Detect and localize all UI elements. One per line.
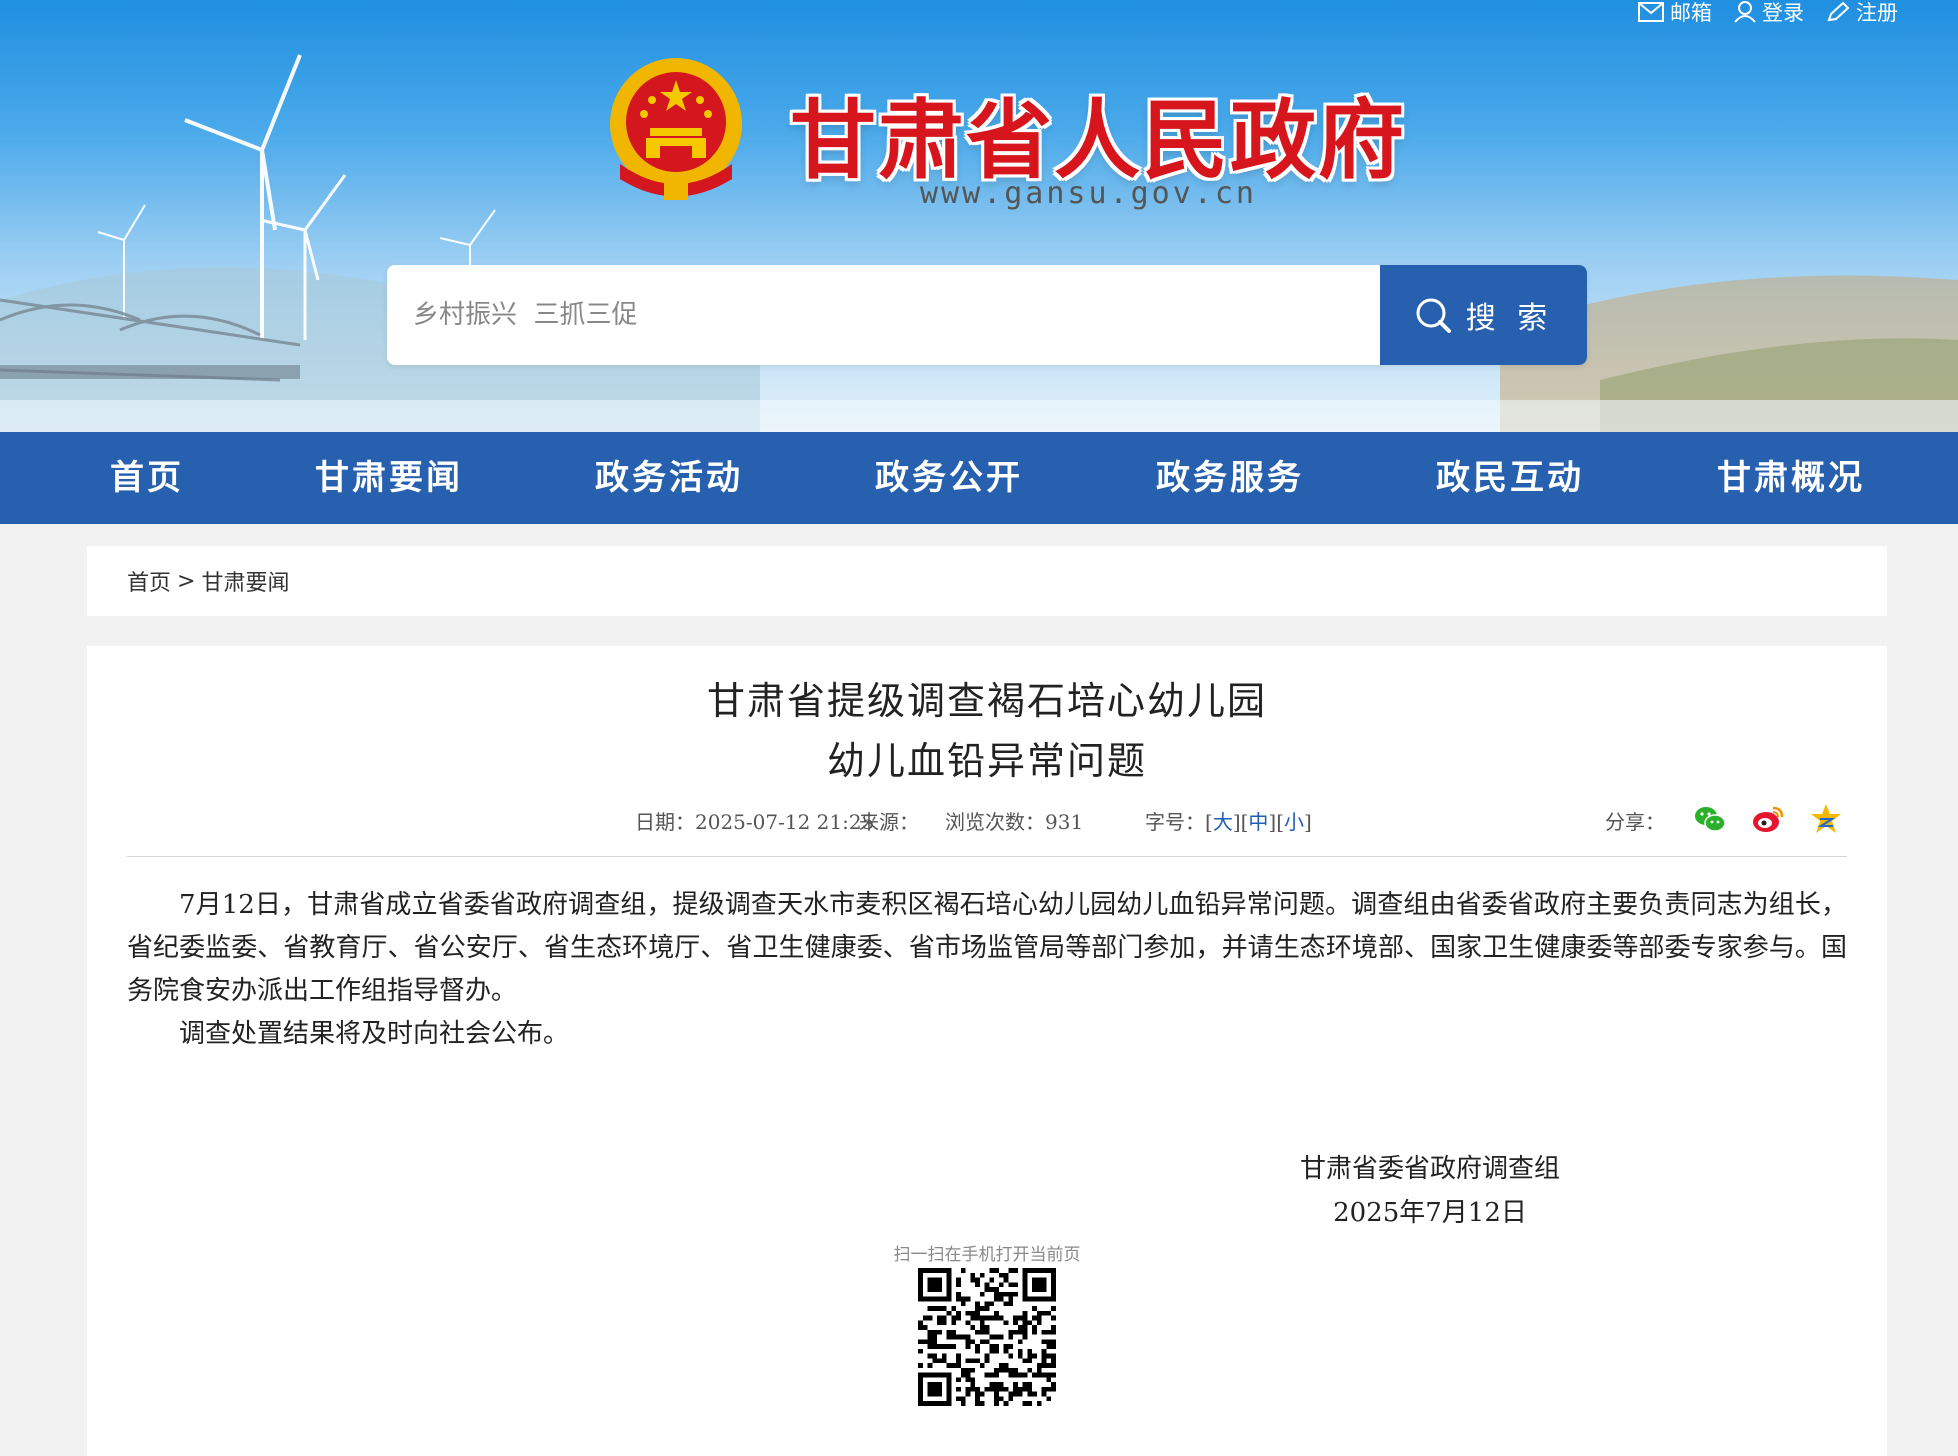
signature: 甘肃省委省政府调查组 bbox=[1299, 1154, 1560, 1184]
search-input[interactable] bbox=[387, 265, 1380, 365]
nav-item-government-services[interactable]: 政务服务 bbox=[1156, 432, 1304, 524]
font-size-small[interactable]: 小 bbox=[1284, 810, 1304, 834]
login-link[interactable]: 登录 bbox=[1734, 0, 1804, 27]
main-nav: 首页 甘肃要闻 政务活动 政务公开 政务服务 政民互动 甘肃概况 bbox=[0, 432, 1958, 524]
pen-icon bbox=[1827, 1, 1850, 22]
article-divider bbox=[127, 856, 1847, 857]
top-user-links: 邮箱 登录 注册 bbox=[1638, 0, 1898, 27]
header-banner: 邮箱 登录 注册 甘肃省人民政府 www.gansu.gov.cn 乡村振兴 三… bbox=[0, 0, 1958, 432]
source-label: 来源： bbox=[859, 810, 919, 834]
breadcrumb-separator: > bbox=[177, 568, 196, 594]
article-panel: 甘肃省提级调查褐石培心幼儿园 幼儿血铅异常问题 日期：2025-07-12 21… bbox=[87, 646, 1887, 1456]
register-link[interactable]: 注册 bbox=[1826, 0, 1898, 27]
article-views: 浏览次数：931 bbox=[945, 806, 1083, 835]
share-label: 分享： bbox=[1605, 810, 1665, 834]
breadcrumb: 首页 > 甘肃要闻 bbox=[87, 546, 1887, 616]
user-icon bbox=[1734, 1, 1756, 23]
mailbox-label: 邮箱 bbox=[1670, 1, 1712, 25]
qr-caption: 扫一扫在手机打开当前页 bbox=[893, 1245, 1081, 1265]
views-value: 931 bbox=[1045, 810, 1084, 834]
article-paragraph: 7月12日，甘肃省成立省委省政府调查组，提级调查天水市麦积区褐石培心幼儿园幼儿血… bbox=[127, 890, 1847, 1006]
mailbox-link[interactable]: 邮箱 bbox=[1638, 0, 1712, 27]
font-size-label: 字号： bbox=[1145, 810, 1205, 834]
nav-item-home[interactable]: 首页 bbox=[110, 432, 184, 524]
weibo-share-icon[interactable] bbox=[1751, 802, 1785, 836]
search-icon bbox=[1416, 298, 1451, 333]
signature-date: 2025年7月12日 bbox=[1333, 1198, 1527, 1228]
breadcrumb-home[interactable]: 首页 bbox=[127, 565, 171, 597]
national-emblem-icon bbox=[610, 58, 742, 200]
font-size-switcher: 字号：[大][中][小] bbox=[1145, 810, 1312, 834]
date-label: 日期： bbox=[635, 810, 695, 834]
nav-item-government-disclosure[interactable]: 政务公开 bbox=[875, 432, 1023, 524]
banner-background-illustration bbox=[0, 54, 1958, 432]
views-label: 浏览次数： bbox=[945, 810, 1045, 834]
search-button[interactable]: 搜 索 bbox=[1380, 265, 1587, 365]
nav-item-government-activities[interactable]: 政务活动 bbox=[595, 432, 743, 524]
register-label: 注册 bbox=[1856, 1, 1898, 25]
site-url: www.gansu.gov.cn bbox=[920, 176, 1257, 211]
search-box: 搜 索 bbox=[387, 265, 1587, 365]
login-label: 登录 bbox=[1762, 1, 1804, 25]
font-size-large[interactable]: 大 bbox=[1213, 810, 1233, 834]
breadcrumb-current[interactable]: 甘肃要闻 bbox=[201, 565, 289, 597]
article-title-line-1: 甘肃省提级调查褐石培心幼儿园 bbox=[706, 679, 1267, 723]
article-body: 7月12日，甘肃省成立省委省政府调查组，提级调查天水市麦积区褐石培心幼儿园幼儿血… bbox=[127, 884, 1847, 1056]
nav-item-gansu-overview[interactable]: 甘肃概况 bbox=[1717, 432, 1865, 524]
article-paragraph: 调查处置结果将及时向社会公布。 bbox=[179, 1019, 570, 1049]
nav-item-public-interaction[interactable]: 政民互动 bbox=[1436, 432, 1584, 524]
article-date: 日期：2025-07-12 21:25 bbox=[635, 806, 874, 835]
search-button-label: 搜 索 bbox=[1465, 301, 1554, 336]
page-qr-code bbox=[918, 1268, 1056, 1406]
date-value: 2025-07-12 21:25 bbox=[695, 810, 875, 834]
font-size-medium[interactable]: 中 bbox=[1248, 810, 1268, 834]
mail-icon bbox=[1638, 2, 1664, 22]
wechat-share-icon[interactable] bbox=[1693, 802, 1727, 836]
article-source: 来源： bbox=[859, 806, 919, 835]
article-title-line-2: 幼儿血铅异常问题 bbox=[826, 739, 1147, 783]
nav-item-gansu-news[interactable]: 甘肃要闻 bbox=[315, 432, 463, 524]
qzone-share-icon[interactable] bbox=[1809, 802, 1843, 836]
